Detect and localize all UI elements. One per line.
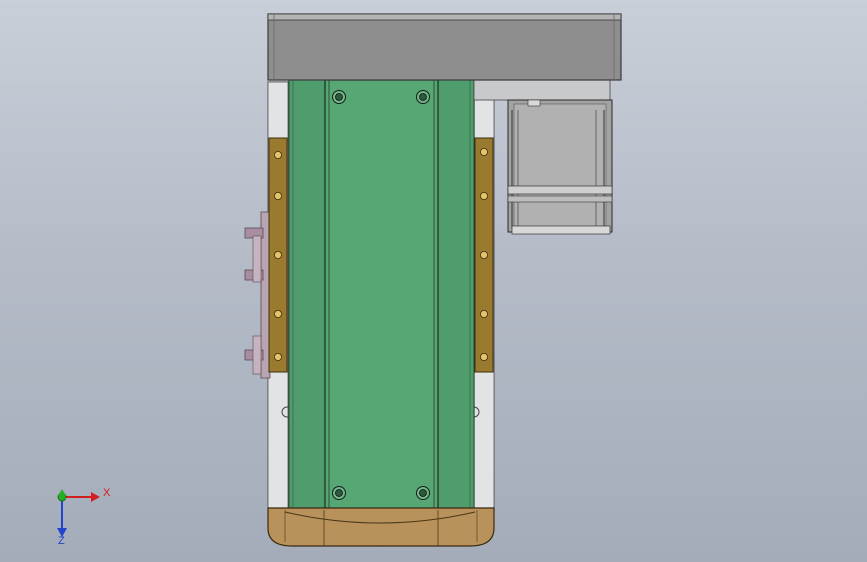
cad-viewport[interactable]: X Z <box>0 0 867 562</box>
z-axis-arrow-icon <box>57 497 67 537</box>
z-axis-label: Z <box>58 535 65 547</box>
x-axis-label: X <box>103 487 111 499</box>
right-guide-rail <box>474 137 494 373</box>
x-axis-arrow-icon <box>62 492 100 502</box>
screw-icon <box>416 90 430 104</box>
screw-icon <box>416 486 430 500</box>
left-guide-rail <box>268 137 288 373</box>
y-axis-origin-icon <box>57 489 67 502</box>
screw-icon <box>332 90 346 104</box>
left-clamp-brackets <box>244 211 271 379</box>
coordinate-triad: X Z <box>57 487 111 547</box>
drive-motor[interactable] <box>473 79 613 235</box>
bottom-end-cap[interactable] <box>267 507 495 547</box>
carriage-cover-plate[interactable] <box>288 79 475 513</box>
linear-module-assembly[interactable] <box>244 13 622 547</box>
screw-icon <box>332 486 346 500</box>
top-mounting-plate[interactable] <box>267 13 622 81</box>
